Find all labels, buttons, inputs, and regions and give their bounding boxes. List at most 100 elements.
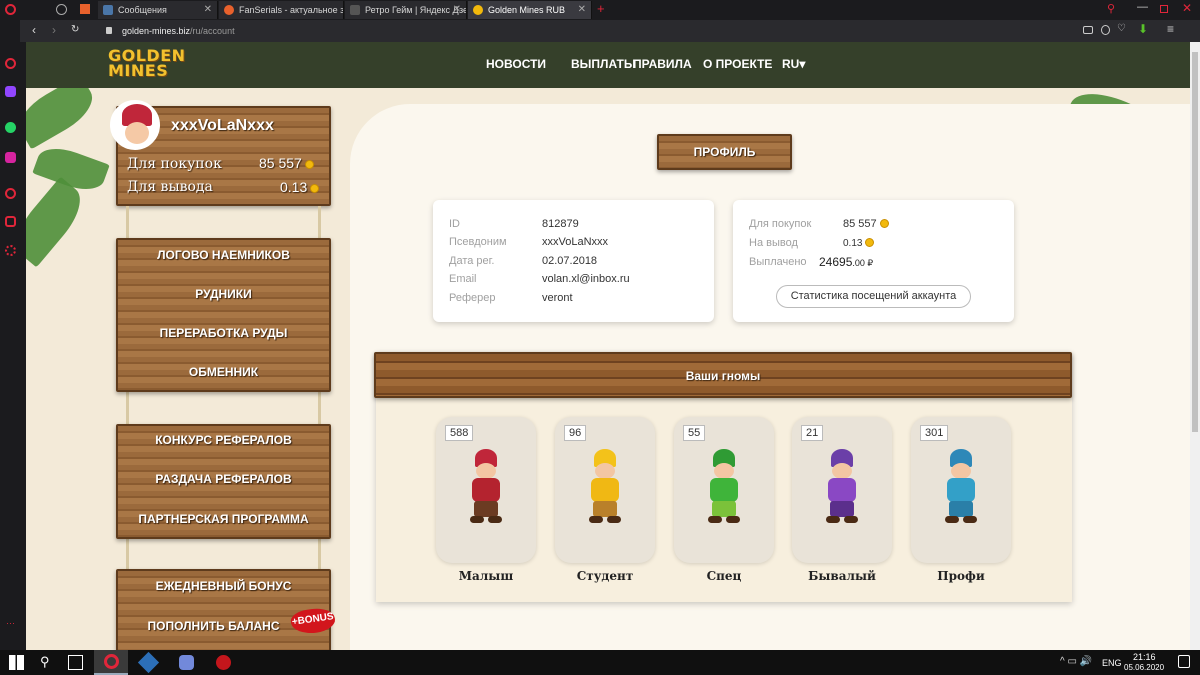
menu-ore-processing[interactable]: ПЕРЕРАБОТКА РУДЫ [116,326,331,340]
more-icon[interactable]: ··· [6,618,15,628]
balance-label-purchase: Для покупок [749,218,812,230]
site-logo[interactable]: GOLDEN MINES [108,48,186,80]
profile-info-card: ID 812879 Псевдоним xxxVoLaNxxx Дата рег… [433,200,714,322]
heart-icon[interactable]: ♡ [1117,23,1126,34]
opera-menu-icon[interactable] [5,4,16,15]
info-label-nickname: Псевдоним [449,236,507,248]
tab-retro-game[interactable]: Ретро Гейм | Яндекс Дзен ✕ [345,1,467,19]
menu-mines[interactable]: РУДНИКИ [116,287,331,301]
forward-icon[interactable]: › [52,23,56,37]
menu-partner-program[interactable]: ПАРТНЕРСКАЯ ПРОГРАММА [116,512,331,526]
menu-icon[interactable]: ≡ [1167,22,1174,36]
instagram-icon[interactable] [5,152,16,163]
gnome-card-profi[interactable]: 301 [911,417,1011,563]
download-icon[interactable]: ⬇ [1138,22,1148,36]
close-window-icon[interactable]: ✕ [1182,1,1192,15]
settings-icon[interactable] [5,245,16,256]
info-value-email: volan.xl@inbox.ru [542,273,630,285]
nav-news[interactable]: НОВОСТИ [486,57,546,71]
gnome-card-student[interactable]: 96 [555,417,655,563]
opera-logo-icon[interactable] [5,58,16,69]
withdraw-balance-label: Для вывода [127,179,213,195]
avatar[interactable] [110,100,160,150]
logo-line2: MINES [108,61,169,80]
search-tabs-icon[interactable]: ⚲ [1107,2,1115,15]
search-icon[interactable]: ⚲ [40,654,50,670]
tab-title: Сообщения [118,5,167,15]
nav-language[interactable]: RU▾ [782,57,805,71]
opera-taskbar-button[interactable] [94,650,128,675]
close-tab-icon[interactable]: ✕ [453,1,461,19]
app-icon[interactable] [137,651,160,674]
box-icon[interactable] [5,216,16,227]
back-icon[interactable]: ‹ [32,23,36,37]
balance-withdraw-amount: 0.13 [843,238,863,249]
close-tab-icon[interactable]: ✕ [578,1,586,19]
stats-button[interactable]: Статистика посещений аккаунта [776,285,971,308]
gnome-card-malysh[interactable]: 588 [436,417,536,563]
menu-referral-contest[interactable]: КОНКУРС РЕФЕРАЛОВ [116,433,331,447]
gnome-card-byvaly[interactable]: 21 [792,417,892,563]
tab-favicon-icon [224,5,234,15]
balance-value-withdraw: 0.13 [843,238,875,249]
gnome-count: 301 [920,425,949,441]
tab-golden-mines[interactable]: Golden Mines RUB ✕ [468,1,592,19]
task-view-icon[interactable] [68,655,83,670]
gnome-name-byvaly: Бывалый [808,569,876,583]
orange-square-icon[interactable] [80,4,90,14]
speed-dial-icon[interactable] [56,4,67,15]
tab-fanserials[interactable]: FanSerials - актуальное зе [219,1,344,19]
language-indicator[interactable]: ENG [1102,658,1122,668]
menu-mercenary-den[interactable]: ЛОГОВО НАЕМНИКОВ [116,248,331,262]
gnome-byvaly-icon [817,449,867,529]
camera-icon[interactable] [1083,26,1093,34]
page-scrollbar[interactable] [1190,42,1200,650]
discord-icon[interactable] [179,655,194,670]
shield-icon[interactable] [1101,25,1110,35]
menu-exchange[interactable]: ОБМЕННИК [116,365,331,379]
gnome-name-profi: Профи [937,569,985,583]
purchase-balance-amount: 85 557 [259,155,302,171]
gnome-spec-icon [699,449,749,529]
info-value-nickname: xxxVoLaNxxx [542,236,609,248]
scrollbar-thumb[interactable] [1192,52,1198,432]
menu-referral-giveaway[interactable]: РАЗДАЧА РЕФЕРАЛОВ [116,472,331,486]
gnome-profi-icon [936,449,986,529]
info-label-referrer: Реферер [449,292,496,304]
nav-payouts[interactable]: ВЫПЛАТЫ [571,57,636,71]
reload-icon[interactable]: ↻ [71,24,79,35]
close-tab-icon[interactable]: ✕ [204,1,212,19]
rope-decoration [318,206,321,238]
whatsapp-icon[interactable] [5,122,16,133]
tab-title: FanSerials - актуальное зе [239,5,344,15]
balance-label-paid: Выплачено [749,256,807,268]
wargaming-icon[interactable] [216,655,231,670]
gnomes-title: Ваши гномы [685,369,761,383]
nav-about[interactable]: О ПРОЕКТЕ [703,57,772,71]
notifications-icon[interactable] [1178,655,1190,668]
balance-value-paid: 24695.00 ₽ [819,255,873,269]
maximize-icon[interactable] [1160,5,1168,13]
clock-date[interactable]: 05.06.2020 [1124,663,1164,672]
balance-card: Для покупок 85 557 На вывод 0.13 Выплаче… [733,200,1014,322]
windows-start-icon[interactable] [9,655,24,670]
browser-tab-bar: Сообщения ✕ FanSerials - актуальное зе Р… [0,0,1200,20]
coin-icon [304,160,314,169]
menu-daily-bonus[interactable]: ЕЖЕДНЕВНЫЙ БОНУС [116,579,331,593]
clock-time[interactable]: 21:16 [1133,652,1156,662]
system-tray-icons[interactable]: ^ ▭ 🔊 [1060,656,1092,667]
menu-top-up-balance[interactable]: ПОПОЛНИТЬ БАЛАНС [106,619,321,633]
nav-rules[interactable]: ПРАВИЛА [633,57,692,71]
gnome-card-spec[interactable]: 55 [674,417,774,563]
username: xxxVoLaNxxx [171,117,274,134]
twitch-icon[interactable] [5,86,16,97]
lock-icon [106,27,112,34]
history-icon[interactable] [5,188,16,199]
address-bar: ‹ › ↻ golden-mines.biz/ru/account ♡ ⬇ ≡ [20,20,1200,42]
new-tab-icon[interactable]: + [597,1,605,16]
minimize-icon[interactable]: — [1137,1,1148,13]
info-value-reg-date: 02.07.2018 [542,255,598,267]
url-field[interactable]: golden-mines.biz/ru/account [122,20,235,42]
windows-taskbar: ⚲ ^ ▭ 🔊 ENG 21:16 05.06.2020 [0,650,1200,675]
tab-messages[interactable]: Сообщения ✕ [98,1,218,19]
